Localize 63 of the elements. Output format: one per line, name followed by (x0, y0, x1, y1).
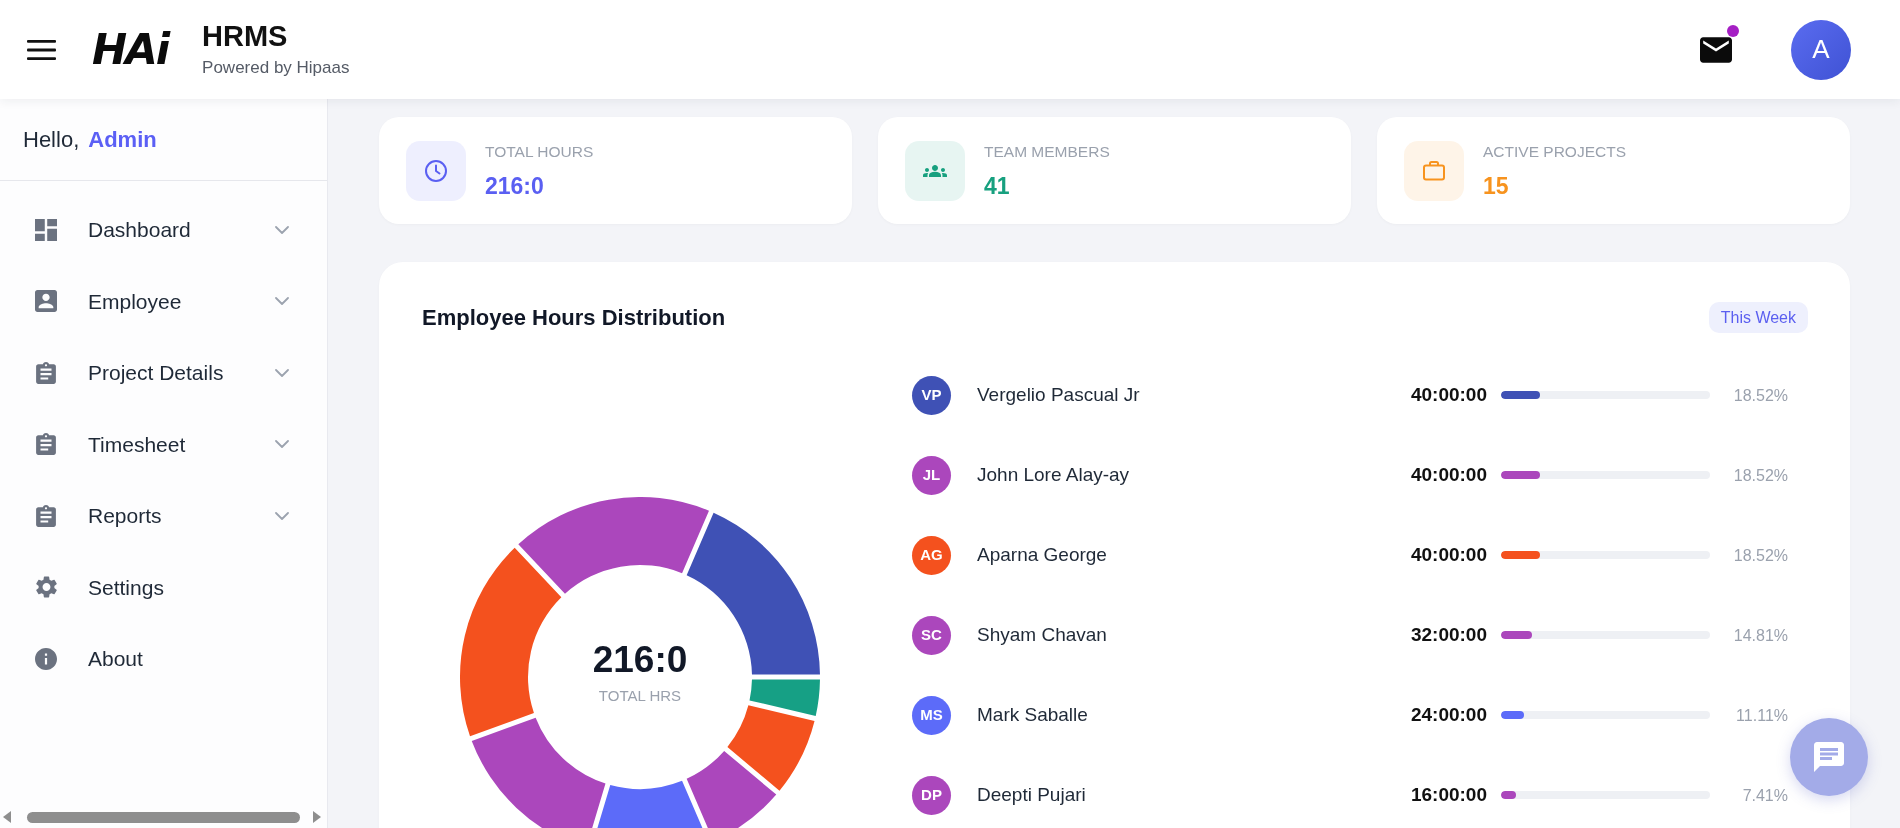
employee-hours: 40:00:00 (1410, 463, 1487, 487)
employee-hours: 40:00:00 (1410, 383, 1487, 407)
employee-hours: 40:00:00 (1410, 543, 1487, 567)
employee-avatar: DP (912, 775, 951, 815)
hours-percent: 7.41% (1741, 785, 1788, 805)
employee-name: Aparna George (977, 543, 1108, 567)
employee-name: Shyam Chavan (977, 623, 1108, 647)
greeting-text: Hello, (23, 126, 80, 154)
employee-avatar: VP (912, 375, 951, 415)
period-tag: This Week (1708, 302, 1808, 333)
scrollbar-thumb[interactable] (27, 811, 300, 823)
employee-name: Mark Saballe (977, 703, 1089, 727)
stat-value: 41 (984, 171, 1011, 200)
hours-percent: 14.81% (1732, 625, 1788, 645)
total-hours-label: TOTAL HRS (597, 687, 683, 705)
sidebar-item[interactable]: Project Details (0, 337, 327, 409)
hours-percent: 11.11% (1735, 705, 1788, 725)
employee-avatar: MS (912, 695, 951, 735)
sidebar-item[interactable]: Dashboard (0, 194, 327, 266)
stat-label: ACTIVE PROJECTS (1483, 141, 1626, 162)
sidebar-item[interactable]: About (0, 623, 327, 695)
hours-percent: 18.52% (1732, 545, 1788, 565)
briefcase-icon (1404, 140, 1464, 201)
stat-value: 15 (1483, 171, 1510, 200)
person-card-icon (35, 290, 57, 313)
people-icon (905, 140, 965, 201)
employee-name: Deepti Pujari (977, 783, 1087, 807)
menu-icon[interactable] (27, 39, 56, 60)
mail-icon[interactable] (1700, 36, 1732, 63)
employee-name: John Lore Alay-ay (977, 463, 1131, 487)
user-name: Admin (88, 126, 157, 154)
clipboard-icon (36, 504, 56, 527)
employee-avatar: JL (912, 455, 951, 495)
clipboard-icon (36, 433, 56, 456)
sidebar-item[interactable]: Reports (0, 480, 327, 552)
clipboard-icon (36, 361, 56, 384)
sidebar-item[interactable]: Settings (0, 551, 327, 623)
employee-hours: 16:00:00 (1410, 783, 1487, 807)
hours-percent: 18.52% (1732, 465, 1788, 485)
sidebar-item[interactable]: Employee (0, 265, 327, 337)
scroll-right-icon[interactable] (313, 811, 321, 823)
info-icon (35, 647, 57, 670)
employee-hours: 24:00:00 (1410, 703, 1487, 727)
dashboard-icon (35, 218, 57, 241)
stat-label: TEAM MEMBERS (984, 141, 1110, 162)
stat-label: TOTAL HOURS (485, 141, 594, 162)
scroll-left-icon[interactable] (3, 811, 11, 823)
total-hours-value: 216:0 (592, 640, 688, 680)
employee-name: Vergelio Pascual Jr (977, 383, 1141, 407)
card-title: Employee Hours Distribution (422, 303, 726, 332)
app-title: HRMS (202, 20, 289, 52)
app-subtitle: Powered by Hipaas (202, 57, 350, 79)
hours-percent: 18.52% (1732, 385, 1788, 405)
stat-value: 216:0 (485, 171, 545, 200)
employee-avatar: AG (912, 535, 951, 575)
employee-hours: 32:00:00 (1410, 623, 1487, 647)
user-avatar[interactable]: A (1791, 19, 1851, 80)
chat-icon[interactable] (1814, 742, 1844, 772)
app-logo: HAi (92, 28, 169, 71)
sidebar-item[interactable]: Timesheet (0, 408, 327, 480)
settings-icon (35, 576, 57, 599)
clock-icon (406, 140, 466, 201)
employee-avatar: SC (912, 615, 951, 655)
